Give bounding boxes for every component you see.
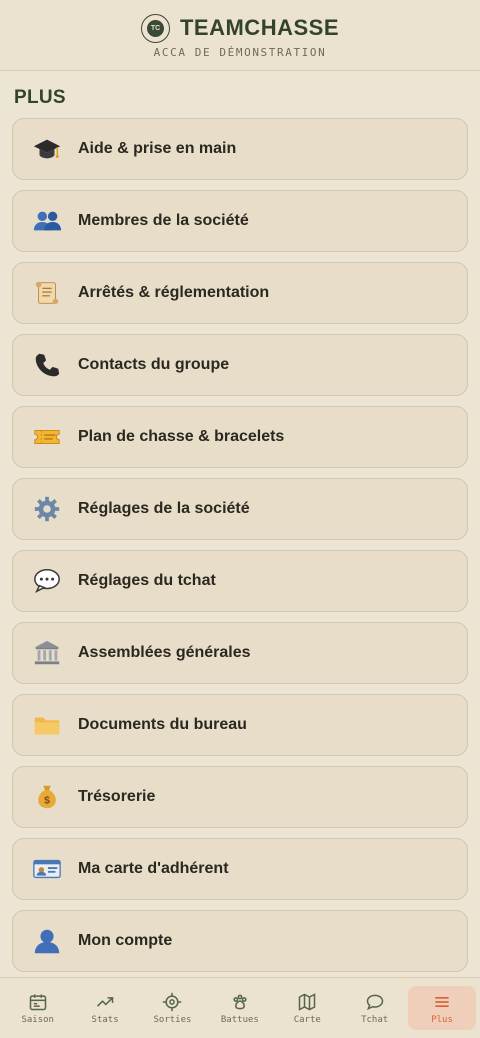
app-root: TC TEAMCHASSE ACCA DE DÉMONSTRATION PLUS… [0, 0, 480, 1038]
nav-item-sorties[interactable]: Sorties [139, 986, 206, 1030]
chat-icon [366, 994, 383, 1010]
nav-label: Stats [91, 1014, 119, 1025]
nav-item-tchat[interactable]: Tchat [341, 986, 408, 1030]
menu-item-label: Plan de chasse & bracelets [78, 428, 285, 445]
nav-label: Carte [293, 1014, 321, 1025]
menu-item-label: Assemblées générales [78, 644, 251, 661]
app-title: TEAMCHASSE [179, 15, 339, 40]
users-icon [31, 205, 63, 237]
nav-label: Sorties [153, 1014, 192, 1025]
nav-item-battues[interactable]: Battues [206, 986, 273, 1030]
menu-item-aide[interactable]: Aide & prise en main [12, 118, 468, 180]
page-title: PLUS [14, 87, 66, 108]
user-icon [31, 925, 63, 957]
speech-bubble-icon [31, 565, 63, 597]
phone-icon [31, 349, 63, 381]
svg-text:$: $ [44, 796, 50, 807]
menu-item-contacts[interactable]: Contacts du groupe [12, 334, 468, 396]
paw-icon [233, 994, 247, 1009]
bottom-nav: Saison Stats Sorties Battues Carte Tchat… [0, 977, 480, 1038]
classical-building-icon [31, 637, 63, 669]
graduation-cap-icon [31, 133, 63, 165]
menu-item-arretes[interactable]: Arrêtés & réglementation [12, 262, 468, 324]
money-bag-icon: $ [31, 781, 63, 813]
nav-label: Tchat [361, 1014, 389, 1025]
menu-item-plan-chasse[interactable]: Plan de chasse & bracelets [12, 406, 468, 468]
gear-icon [31, 493, 63, 525]
menu-item-label: Contacts du groupe [78, 356, 230, 373]
menu-item-reglages-societe[interactable]: Réglages de la société [12, 478, 468, 540]
menu-item-label: Mon compte [78, 932, 173, 949]
menu-item-label: Réglages de la société [78, 500, 250, 517]
menu-item-tresorerie[interactable]: $ Trésorerie [12, 766, 468, 828]
menu-item-membres[interactable]: Membres de la société [12, 190, 468, 252]
menu-item-label: Documents du bureau [78, 716, 247, 733]
nav-label: Saison [21, 1014, 54, 1025]
menu-item-label: Trésorerie [78, 788, 156, 805]
menu-item-label: Ma carte d'adhérent [78, 860, 229, 877]
menu-item-documents[interactable]: Documents du bureau [12, 694, 468, 756]
nav-item-carte[interactable]: Carte [274, 986, 341, 1030]
logo-badge: TC [140, 13, 170, 43]
nav-label: Battues [220, 1014, 259, 1025]
menu-item-mon-compte[interactable]: Mon compte [12, 910, 468, 972]
nav-item-stats[interactable]: Stats [71, 986, 138, 1030]
app-subtitle: ACCA DE DÉMONSTRATION [153, 46, 327, 59]
menu-icon [435, 996, 449, 1007]
brand-row: TC TEAMCHASSE [140, 13, 339, 43]
menu-item-label: Réglages du tchat [78, 572, 216, 589]
more-menu: Aide & prise en main Membres de la socié… [12, 118, 468, 982]
menu-item-label: Arrêtés & réglementation [78, 284, 270, 301]
ticket-icon [31, 421, 63, 453]
menu-item-label: Membres de la société [78, 212, 249, 229]
id-card-icon [31, 853, 63, 885]
menu-item-label: Aide & prise en main [78, 140, 237, 157]
menu-item-carte-adherent[interactable]: Ma carte d'adhérent [12, 838, 468, 900]
nav-item-plus[interactable]: Plus [408, 986, 476, 1030]
map-icon [299, 992, 316, 1011]
nav-item-saison[interactable]: Saison [4, 986, 71, 1030]
scroll-icon [31, 277, 63, 309]
menu-item-reglages-tchat[interactable]: Réglages du tchat [12, 550, 468, 612]
crosshair-icon [163, 992, 182, 1011]
app-header: TC TEAMCHASSE ACCA DE DÉMONSTRATION [0, 0, 480, 71]
calendar-icon [29, 994, 46, 1010]
trend-up-icon [97, 996, 114, 1007]
nav-label: Plus [431, 1014, 453, 1025]
folder-icon [31, 709, 63, 741]
logo-text: TC [146, 19, 164, 37]
menu-item-assemblees[interactable]: Assemblées générales [12, 622, 468, 684]
